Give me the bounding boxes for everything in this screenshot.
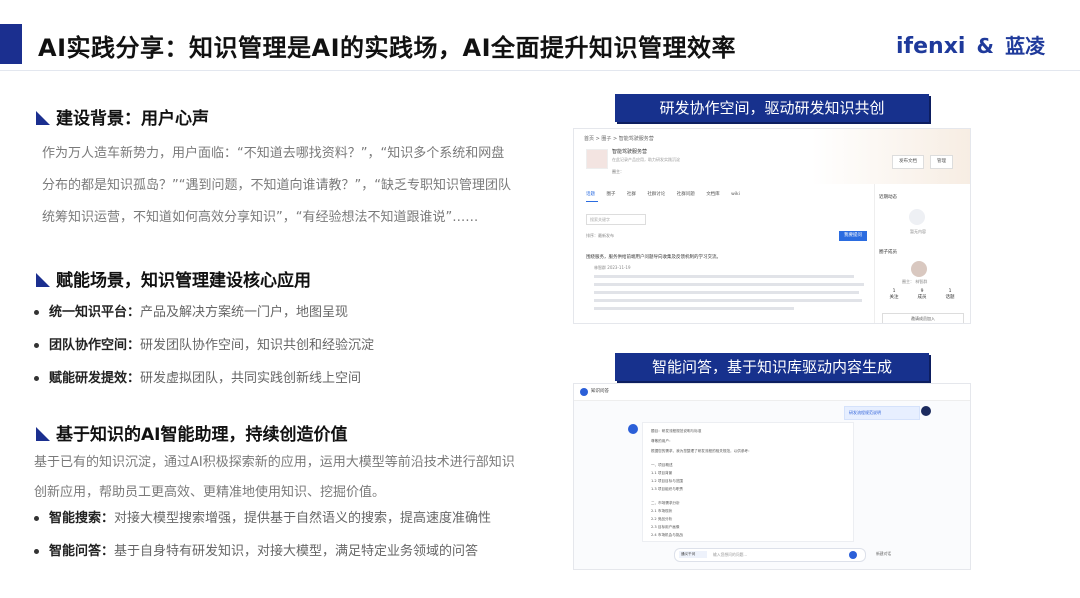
list-item: 智能搜索：对接大模型搜索增强，提供基于自然语义的搜索，提高速度准确性: [34, 502, 491, 535]
title-accent-bar: [0, 24, 22, 64]
user-avatar: [921, 406, 931, 416]
tab-docs[interactable]: 文档库: [706, 192, 720, 197]
triangle-icon: [36, 273, 50, 287]
section-background-body: 作为万人造车新势力，用户面临：“不知道去哪找资料？”，“知识多个系统和网盘分布的…: [42, 146, 511, 225]
bullet-icon: [34, 376, 39, 381]
owner-avatar[interactable]: [911, 261, 927, 277]
answer-line: 2.2 竞品分析: [651, 517, 673, 521]
app-name: 知识问答: [591, 389, 609, 394]
header-divider: [0, 70, 1080, 71]
post-text-line: [594, 307, 794, 310]
page-title: AI实践分享：知识管理是AI的实践场，AI全面提升知识管理效率: [38, 34, 737, 62]
chat-input-placeholder: 输入您想问的问题…: [713, 552, 748, 557]
list-item: 智能问答：基于自身特有研发知识，对接大模型，满足特定业务领域的问答: [34, 535, 491, 568]
post-text-line: [594, 291, 859, 294]
space-meta: 圈主：: [612, 169, 624, 174]
logo-ifenxi: ifenxi: [896, 34, 966, 59]
section-scenarios-list: 统一知识平台：产品及解决方案统一门户，地图呈现 团队协作空间：研发团队协作空间，…: [34, 296, 374, 395]
answer-line: 根据您的需求，我为您整理了研发流程的相关规范，以供参考：: [651, 449, 752, 453]
logo-amp: &: [976, 34, 994, 58]
bullet-icon: [34, 310, 39, 315]
section-ai-assistant-body: 基于已有的知识沉淀，通过AI积极探索新的应用，运用大模型等前沿技术进行部知识创新…: [34, 455, 515, 500]
chat-input[interactable]: 通义千问 输入您想问的问题…: [674, 548, 866, 562]
post-text-line: [594, 299, 862, 302]
stat-topics: 1 话题: [945, 289, 955, 300]
answer-line: 题目：研发流程规范说明与标准: [651, 429, 702, 433]
bullet-icon: [34, 516, 39, 521]
ask-question-button[interactable]: 我要提问: [839, 231, 867, 241]
sort-filter[interactable]: 排序：最新发布: [586, 233, 614, 239]
bullet-icon: [34, 549, 39, 554]
logo-partner: 蓝凌: [1005, 34, 1046, 58]
post-text-line: [594, 283, 864, 286]
tab-circle[interactable]: 圈子: [606, 192, 615, 197]
manage-button[interactable]: 管理: [930, 155, 953, 169]
answer-line: 1.2 项目目标与范围: [651, 479, 684, 483]
app-logo-icon: [580, 388, 588, 396]
post-title[interactable]: 围绕服务，服务供给前端用户问题导向收集及反馈机制的学习交流。: [586, 254, 721, 260]
answer-line: 2.1 市场现状: [651, 509, 673, 513]
list-item: 统一知识平台：产品及解决方案统一门户，地图呈现: [34, 296, 374, 329]
user-message: 研发流程规范说明: [844, 406, 920, 420]
answer-line: 1.1 项目背景: [651, 471, 673, 475]
stat-members: 9 成员: [917, 289, 927, 300]
owner-name: 圈主： 林智群: [902, 279, 928, 284]
list-item: 团队协作空间：研发团队协作空间，知识共创和经验沉淀: [34, 329, 374, 362]
new-chat-link[interactable]: 新建对话: [876, 551, 891, 557]
tab-discussion[interactable]: 社群讨论: [647, 192, 665, 197]
stat-follow: 1 关注: [889, 289, 899, 300]
bot-avatar: [628, 424, 638, 434]
section-ai-assistant-title: 基于知识的AI智能助理，持续创造价值: [36, 420, 347, 445]
invite-members-button[interactable]: 邀请成员加入: [882, 313, 964, 323]
tab-topics[interactable]: 话题: [586, 192, 595, 197]
tab-community[interactable]: 社群: [627, 192, 636, 197]
section-scenarios-title: 赋能场景，知识管理建设核心应用: [36, 266, 311, 291]
brand-logo: ifenxi & 蓝凌: [896, 30, 1045, 59]
sidebar-divider: [874, 184, 875, 323]
collab-space-screenshot: 首页 > 圈子 > 智能驾驶服务营 智能驾驶服务营 在此记录产品应用，助力研发实…: [573, 128, 971, 324]
answer-line: 尊敬的用户：: [651, 439, 673, 443]
collab-space-banner: 研发协作空间，驱动研发知识共创: [615, 94, 929, 122]
post-text-line: [594, 275, 854, 278]
smart-qa-banner: 智能问答，基于知识库驱动内容生成: [615, 353, 929, 381]
smart-qa-screenshot: 知识问答 研发流程规范说明 题目：研发流程规范说明与标准 尊敬的用户： 根据您的…: [573, 383, 971, 570]
space-description: 在此记录产品应用，助力研发实践沉淀: [612, 157, 680, 162]
bullet-icon: [34, 343, 39, 348]
sidebar-title-recent: 近期动态: [879, 195, 897, 200]
tab-questions[interactable]: 社群问题: [677, 192, 695, 197]
search-input[interactable]: 搜索关键字: [586, 214, 646, 225]
space-tabs: 话题 圈子 社群 社群讨论 社群问题 文档库 wiki: [586, 191, 750, 197]
empty-state-icon: [909, 209, 925, 225]
tab-wiki[interactable]: wiki: [731, 192, 740, 197]
answer-line: 二、市场需求分析: [651, 501, 680, 505]
breadcrumb[interactable]: 首页 > 圈子 > 智能驾驶服务营: [584, 135, 654, 142]
section-ai-assistant-list: 智能搜索：对接大模型搜索增强，提供基于自然语义的搜索，提高速度准确性 智能问答：…: [34, 502, 491, 568]
space-avatar: [586, 149, 608, 169]
send-icon[interactable]: [849, 551, 857, 559]
triangle-icon: [36, 427, 50, 441]
triangle-icon: [36, 111, 50, 125]
space-name: 智能驾驶服务营: [612, 149, 648, 155]
section-background-title: 建设背景：用户心声: [36, 104, 209, 129]
answer-line: 2.3 目标用户画像: [651, 525, 680, 529]
answer-line: 2.4 市场机会与挑战: [651, 533, 684, 537]
empty-state-text: 暂无内容: [910, 229, 926, 234]
publish-button[interactable]: 发布文档: [892, 155, 924, 169]
answer-card: 题目：研发流程规范说明与标准 尊敬的用户： 根据您的需求，我为您整理了研发流程的…: [642, 422, 854, 542]
list-item: 赋能研发提效：研发虚拟团队，共同实践创新线上空间: [34, 362, 374, 395]
answer-line: 一、项目概述: [651, 463, 673, 467]
model-select[interactable]: 通义千问: [679, 551, 707, 558]
active-tab-indicator: [586, 201, 598, 202]
qa-header: [574, 384, 970, 401]
answer-line: 1.3 项目组织与职责: [651, 487, 684, 491]
sidebar-title-members: 圈子成员: [879, 250, 897, 255]
post-author: 林智群 2023-11-19: [594, 265, 631, 270]
